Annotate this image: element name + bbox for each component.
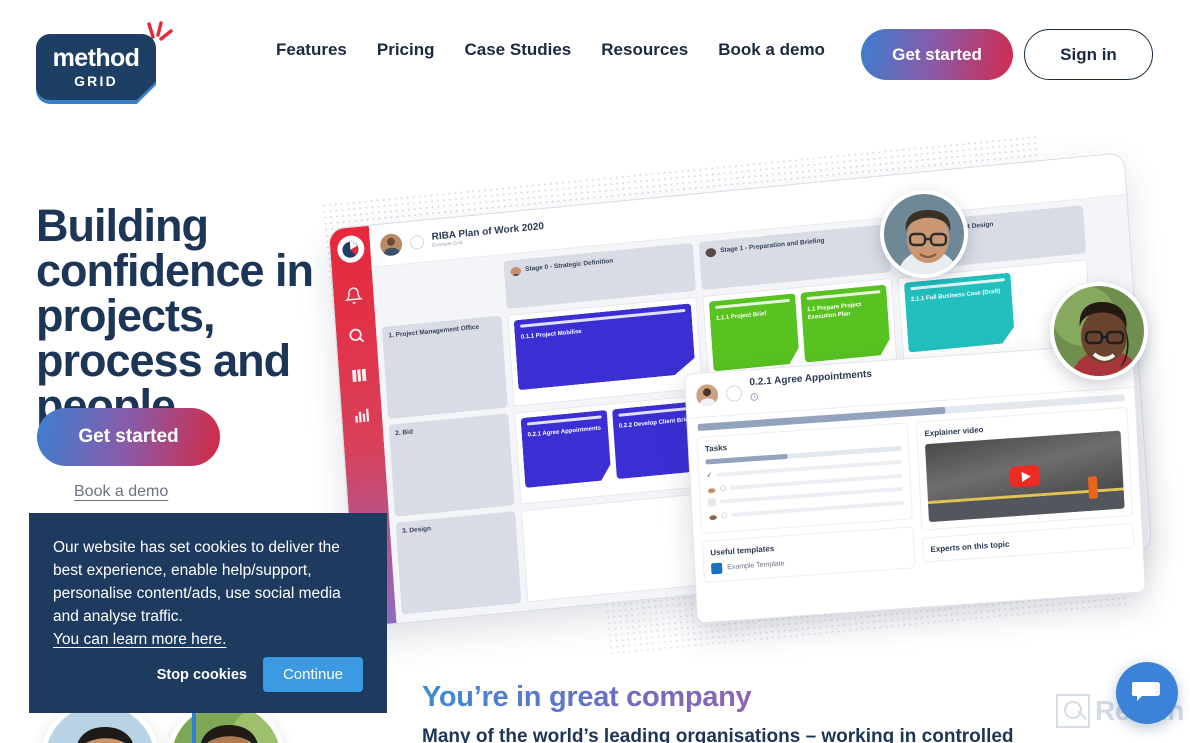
board-cell: 0.1.1 Project Mobilise bbox=[507, 296, 703, 407]
video-panel: Explainer video bbox=[915, 407, 1133, 531]
experts-heading: Experts on this topic bbox=[930, 539, 1010, 555]
templates-panel: Useful templates Example Template bbox=[701, 526, 916, 583]
board-card[interactable]: 1.1.1 Project Brief bbox=[709, 293, 800, 371]
column-title-stage-0: Stage 0 - Strategic Definition bbox=[524, 257, 614, 274]
bell-icon bbox=[344, 287, 364, 304]
board-card-label: 1.1.1 Project Brief bbox=[715, 311, 767, 322]
sign-in-button[interactable]: Sign in bbox=[1024, 29, 1153, 80]
continue-button[interactable]: Continue bbox=[262, 657, 363, 692]
tasks-panel: Tasks ✓ bbox=[696, 422, 913, 535]
detail-card-body: Tasks ✓ Useful templates Example Templat… bbox=[688, 406, 1143, 591]
section-title-great-company: You’re in great company bbox=[422, 681, 752, 713]
experts-panel: Experts on this topic bbox=[921, 522, 1135, 563]
section-subtitle-great-company: Many of the world’s leading organisation… bbox=[422, 726, 1014, 743]
board-cell bbox=[520, 492, 717, 603]
detail-card-avatar-placeholder bbox=[725, 384, 743, 402]
board-card[interactable]: 0.2.1 Agree Appointments bbox=[521, 410, 612, 488]
app-logo-icon bbox=[335, 234, 365, 264]
row-label-bid: 2. Bid bbox=[388, 413, 515, 517]
grid-icon bbox=[352, 368, 367, 383]
chat-bubbles-icon bbox=[1132, 682, 1160, 701]
cookie-banner-message: Our website has set cookies to deliver t… bbox=[53, 539, 341, 625]
row-label-design: 3. Design bbox=[395, 511, 522, 615]
site-header: method GRID Features Pricing Case Studie… bbox=[0, 0, 1190, 110]
board-card-label: 2.1.1 Full Business Case (Draft) bbox=[910, 288, 1001, 304]
board-card-label: 0.2.1 Agree Appointments bbox=[527, 425, 602, 439]
revain-logo-icon bbox=[1056, 694, 1090, 728]
cookie-banner: Our website has set cookies to deliver t… bbox=[29, 513, 387, 713]
logo-method-text: method bbox=[52, 44, 140, 72]
element-detail-card: 0.2.1 Agree Appointments Tasks ✓ Useful … bbox=[684, 342, 1146, 624]
primary-nav: Features Pricing Case Studies Resources … bbox=[276, 40, 825, 60]
avatar bbox=[696, 383, 719, 407]
avatar-man-glasses bbox=[880, 190, 968, 278]
nav-item-pricing[interactable]: Pricing bbox=[377, 40, 435, 60]
app-topbar-circle-1 bbox=[409, 234, 425, 250]
board-card[interactable]: 2.1.1 Full Business Case (Draft) bbox=[904, 273, 1015, 353]
cookie-banner-actions: Stop cookies Continue bbox=[157, 657, 363, 692]
board-cell: 0.2.1 Agree Appointments 0.2.2 Develop C… bbox=[514, 394, 710, 505]
nav-item-resources[interactable]: Resources bbox=[601, 40, 688, 60]
file-icon bbox=[710, 562, 723, 575]
get-started-button-header[interactable]: Get started bbox=[861, 29, 1013, 80]
avatar bbox=[705, 246, 717, 258]
avatar-woman-glasses bbox=[1050, 282, 1148, 380]
book-a-demo-link[interactable]: Book a demo bbox=[74, 483, 168, 501]
avatar bbox=[379, 232, 403, 257]
nav-item-book-a-demo[interactable]: Book a demo bbox=[718, 40, 825, 60]
cookie-learn-more-link[interactable]: You can learn more here. bbox=[53, 631, 226, 649]
nav-item-case-studies[interactable]: Case Studies bbox=[465, 40, 572, 60]
avatar bbox=[510, 264, 522, 277]
detail-card-title: 0.2.1 Agree Appointments bbox=[749, 368, 873, 389]
video-thumbnail[interactable] bbox=[924, 430, 1125, 523]
logo[interactable]: method GRID bbox=[36, 12, 173, 104]
board-card-label: 0.1.1 Project Mobilise bbox=[520, 328, 582, 341]
board-card[interactable]: 0.1.1 Project Mobilise bbox=[514, 303, 696, 390]
row-label-pmo: 1. Project Management Office bbox=[381, 315, 508, 419]
hero-product-illustration: RIBA Plan of Work 2020 Example Grid Stag… bbox=[320, 150, 1180, 650]
stop-cookies-button[interactable]: Stop cookies bbox=[157, 667, 247, 683]
page-title: Building confidence in projects, process… bbox=[36, 200, 314, 431]
template-item-label[interactable]: Example Template bbox=[727, 560, 785, 571]
nav-item-features[interactable]: Features bbox=[276, 40, 347, 60]
get-started-button-hero[interactable]: Get started bbox=[37, 408, 220, 466]
chart-icon bbox=[355, 408, 370, 423]
clock-icon bbox=[750, 393, 759, 401]
board-card[interactable]: 1.1 Prepare Project Execution Plan bbox=[800, 285, 891, 363]
board-card-label: 0.2.2 Develop Client Brief bbox=[618, 416, 691, 430]
youtube-play-icon[interactable] bbox=[1009, 464, 1041, 488]
search-icon bbox=[349, 328, 365, 343]
logo-wordmark: method GRID bbox=[36, 34, 156, 100]
board-card-label: 1.1 Prepare Project Execution Plan bbox=[806, 301, 862, 322]
logo-grid-text: GRID bbox=[74, 73, 118, 89]
chat-widget-button[interactable] bbox=[1116, 662, 1178, 724]
